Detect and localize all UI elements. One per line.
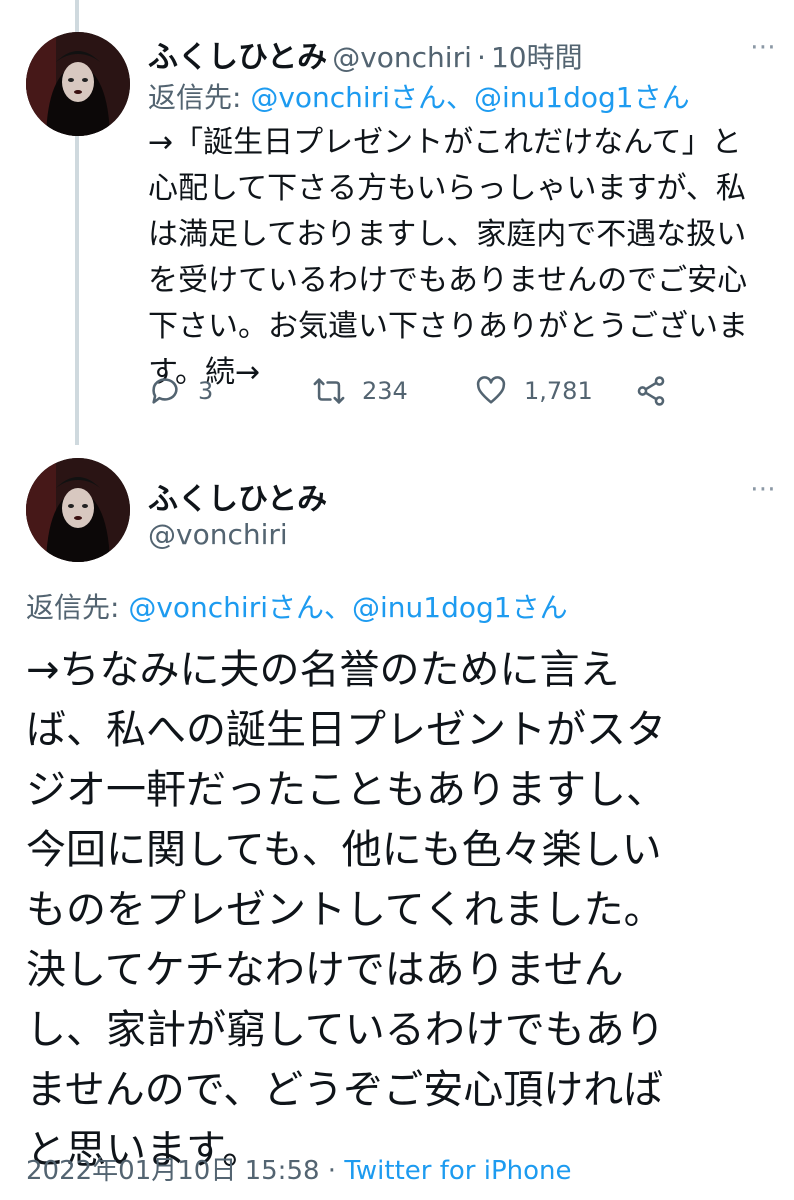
tweet-text-line: し、家計が窮しているわけでもあり [26, 1007, 665, 1053]
tweet1-header: ふくしひとみ @vonchiri · 10時間 [148, 32, 583, 76]
reply-to-user-link[interactable]: @inu1dog1さん [352, 591, 568, 624]
tweet-date[interactable]: 2022年01月10日 15:58 [26, 1156, 320, 1186]
reply-to-line: 返信先: @vonchiriさん、@inu1dog1さん [148, 76, 690, 116]
retweet-icon [313, 378, 345, 404]
user-handle[interactable]: @vonchiri [148, 518, 288, 551]
tweet-text-line: は満足しておりますし、家庭内で不遇な扱い [148, 217, 747, 252]
reply-to-separator: 、 [446, 81, 475, 114]
tweet-actions: 3 234 1,781 [148, 374, 708, 418]
tweet-text-line: →ちなみに夫の名誉のために言え [26, 647, 620, 693]
user-handle[interactable]: @vonchiri [332, 41, 472, 74]
like-button[interactable]: 1,781 [474, 374, 593, 408]
tweet-text: →「誕生日プレゼントがこれだけなんて」と 心配して下さる方もいらっしゃいますが、… [148, 120, 778, 396]
display-name[interactable]: ふくしひとみ [148, 482, 327, 517]
tweet-text-line: →「誕生日プレゼントがこれだけなんて」と [148, 125, 742, 160]
share-button[interactable] [634, 374, 684, 408]
tweet2-handle-row: @vonchiri [148, 518, 288, 551]
avatar[interactable] [26, 32, 130, 136]
tweet-text-line: 今回に関しても、他にも色々楽しい [26, 827, 662, 873]
more-icon[interactable]: ⋯ [750, 32, 777, 62]
reply-count: 3 [198, 377, 214, 405]
reply-to-line: 返信先: @vonchiriさん、@inu1dog1さん [26, 586, 568, 626]
tweet-text-line: を受けているわけでもありませんのでご安心 [148, 263, 748, 298]
tweet-text-line: ジオ一軒だったこともありますし、 [26, 767, 666, 813]
tweet-text-line: ませんので、どうぞご安心頂ければ [26, 1067, 664, 1113]
reply-to-label: 返信先: [148, 81, 251, 114]
reply-button[interactable]: 3 [148, 374, 213, 408]
share-icon [637, 376, 665, 406]
avatar-image [26, 458, 130, 562]
reply-icon [152, 378, 178, 404]
tweet-footer: 2022年01月10日 15:58 · Twitter for iPhone [26, 1150, 572, 1187]
separator: · [476, 41, 486, 74]
reply-to-user-link[interactable]: @vonchiriさん [250, 81, 446, 114]
tweet-text-line: 心配して下さる方もいらっしゃいますが、私 [148, 171, 746, 206]
display-name[interactable]: ふくしひとみ [148, 40, 327, 75]
tweet-text-line: ば、私への誕生日プレゼントがスタ [26, 707, 666, 753]
reply-to-user-link[interactable]: @vonchiriさん [128, 591, 324, 624]
reply-to-label: 返信先: [26, 591, 129, 624]
footer-separator: · [327, 1156, 337, 1186]
tweet-text: →ちなみに夫の名誉のために言え ば、私への誕生日プレゼントがスタ ジオ一軒だった… [26, 640, 786, 1180]
like-count: 1,781 [524, 377, 593, 405]
tweet-source-link[interactable]: Twitter for iPhone [344, 1156, 571, 1186]
heart-icon [476, 376, 506, 404]
tweet2-name: ふくしひとみ [148, 474, 327, 518]
reply-to-separator: 、 [324, 591, 353, 624]
avatar-image [26, 32, 130, 136]
tweet-text-line: ものをプレゼントしてくれました。 [26, 887, 664, 933]
avatar[interactable] [26, 458, 130, 562]
tweet-text-line: 決してケチなわけではありません [26, 947, 624, 993]
timestamp[interactable]: 10時間 [491, 41, 583, 74]
tweet-text-line: 下さい。お気遣い下さりありがとうございま [148, 309, 748, 344]
retweet-count: 234 [362, 377, 408, 405]
retweet-button[interactable]: 234 [312, 374, 408, 408]
reply-to-user-link[interactable]: @inu1dog1さん [474, 81, 690, 114]
more-icon[interactable]: ⋯ [750, 474, 777, 504]
